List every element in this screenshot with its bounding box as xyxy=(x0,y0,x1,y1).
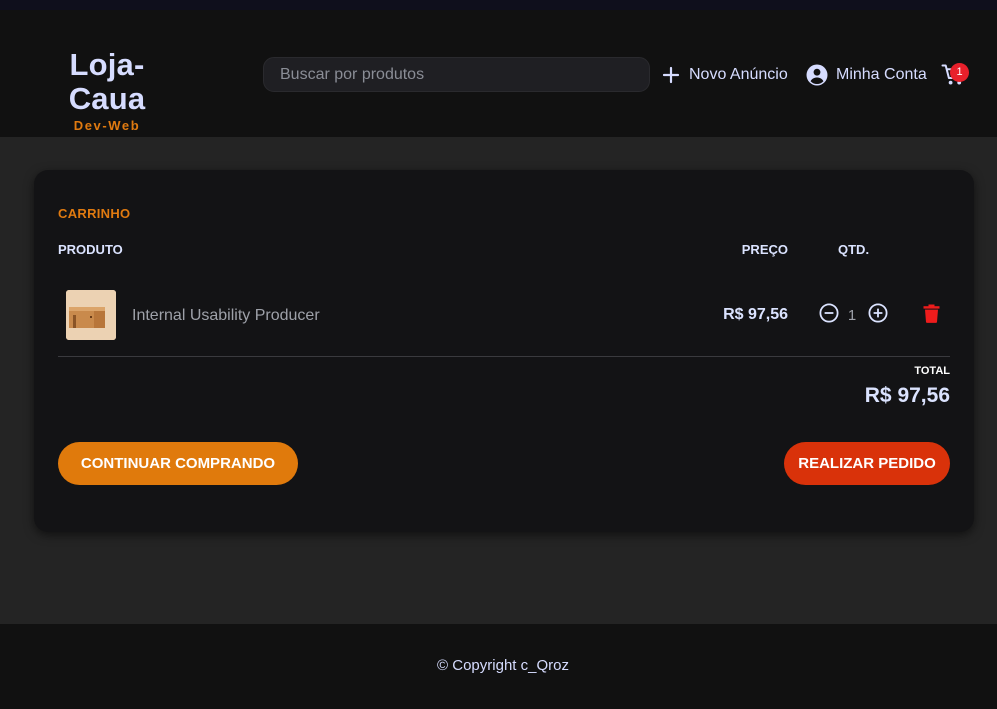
minus-circle-icon xyxy=(819,303,839,327)
total-label: TOTAL xyxy=(914,365,950,377)
new-listing-link[interactable]: Novo Anúncio xyxy=(661,62,788,88)
cart-card: CARRINHO PRODUTO PREÇO QTD. Internal Usa… xyxy=(34,170,974,532)
divider xyxy=(58,356,950,357)
total-value: R$ 97,56 xyxy=(864,384,950,407)
product-thumbnail[interactable] xyxy=(66,290,116,340)
cart-count-badge: 1 xyxy=(950,63,969,82)
place-order-button[interactable]: REALIZAR PEDIDO xyxy=(784,442,950,485)
brand-subtitle: Dev-Web xyxy=(73,118,141,133)
brand-title: Loja-Caua xyxy=(68,47,146,116)
my-account-link[interactable]: Minha Conta xyxy=(806,62,927,88)
cart-title: CARRINHO xyxy=(58,206,131,221)
quantity-value: 1 xyxy=(847,307,857,324)
column-header-quantity: QTD. xyxy=(838,242,870,257)
increase-quantity-button[interactable] xyxy=(868,303,888,323)
new-listing-label: Novo Anúncio xyxy=(689,66,788,83)
my-account-label: Minha Conta xyxy=(836,66,927,83)
continue-shopping-button[interactable]: CONTINUAR COMPRANDO xyxy=(58,442,298,485)
plus-icon xyxy=(661,65,681,85)
logo[interactable]: Loja-Caua Dev-Web xyxy=(34,47,180,134)
product-price: R$ 97,56 xyxy=(723,306,788,323)
site-footer: © Copyright c_Qroz xyxy=(0,624,997,709)
copyright-text: © Copyright c_Qroz xyxy=(437,657,569,674)
top-strip xyxy=(0,0,997,10)
account-circle-icon xyxy=(806,64,828,86)
plus-circle-icon xyxy=(868,303,888,327)
site-header: Loja-Caua Dev-Web Novo Anúncio Minha Con… xyxy=(0,10,997,137)
remove-item-button[interactable] xyxy=(923,304,940,323)
search-input[interactable] xyxy=(263,57,650,92)
column-header-price: PREÇO xyxy=(741,242,788,257)
decrease-quantity-button[interactable] xyxy=(819,303,839,323)
column-header-product: PRODUTO xyxy=(58,242,123,257)
trash-icon xyxy=(923,304,940,327)
product-name[interactable]: Internal Usability Producer xyxy=(132,307,320,325)
